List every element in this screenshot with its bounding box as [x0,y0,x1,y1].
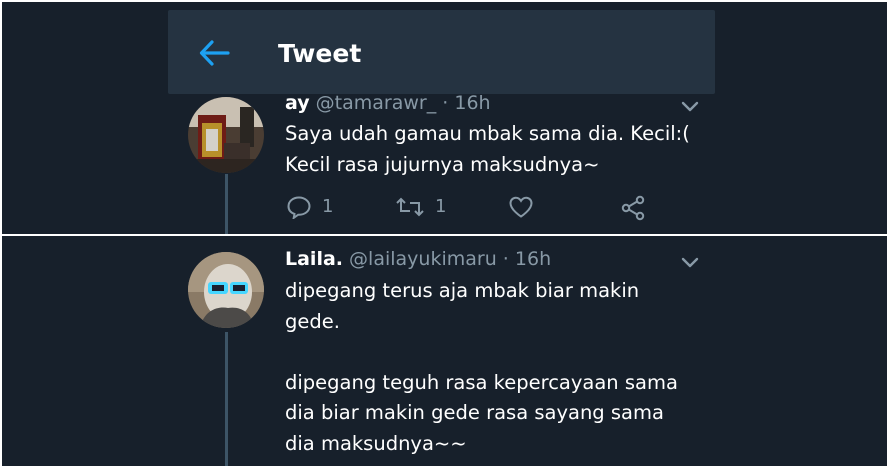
user-handle[interactable]: @lailayukimaru [349,248,497,270]
tweet-text: Saya udah gamau mbak sama dia. Kecil:( K… [285,119,690,180]
thread-line [225,332,228,466]
share-button[interactable] [620,195,646,221]
chevron-down-icon[interactable] [680,99,700,113]
share-icon [621,195,645,221]
retweet-icon [396,197,424,217]
like-button[interactable] [508,195,534,219]
tweet-text-line: gede. [285,309,340,333]
separator: · [502,248,509,270]
retweet-count: 1 [435,196,447,217]
tweet-text-line: dipegang terus aja mbak biar makin [285,279,640,302]
reply-icon [287,196,311,219]
tweet-text: dipegang terus aja mbak biar makin gede.… [285,276,678,459]
retweet-button[interactable]: 1 [395,195,446,219]
tweet-text-line: dia biar makin gede rasa sayang sama [285,401,664,424]
avatar[interactable] [188,252,264,328]
reply-count: 1 [322,196,334,217]
tweet-panel-top: ay @tamarawr_ · 16h Saya udah gamau mbak… [2,2,887,234]
tweet-header: Tweet [168,10,715,94]
user-handle[interactable]: @tamarawr_ [316,92,437,114]
thread-line [225,174,228,234]
reply-button[interactable]: 1 [286,195,333,219]
tweet-text-line [285,337,678,368]
page-title: Tweet [278,39,362,68]
display-name[interactable]: Laila. [285,248,343,270]
heart-icon [509,196,533,218]
tweet-author-line: ay @tamarawr_ · 16h [285,92,491,114]
tweet-time[interactable]: 16h [454,92,490,114]
tweet-author-line: Laila. @lailayukimaru · 16h [285,248,551,270]
chevron-down-icon[interactable] [680,255,700,269]
tweet-text-line: Kecil rasa jujurnya maksudnya~ [285,152,600,176]
arrow-left-icon[interactable] [198,39,232,67]
tweet-time[interactable]: 16h [515,248,551,270]
tweet-text-line: dia maksudnya~~ [285,431,467,455]
tweet-panel-bottom: Laila. @lailayukimaru · 16h dipegang ter… [2,236,887,466]
tweet-text-line: Saya udah gamau mbak sama dia. Kecil:( [285,122,690,145]
display-name[interactable]: ay [285,92,310,114]
separator: · [442,92,449,114]
avatar[interactable] [188,97,264,173]
tweet-text-line: dipegang teguh rasa kepercayaan sama [285,370,678,394]
